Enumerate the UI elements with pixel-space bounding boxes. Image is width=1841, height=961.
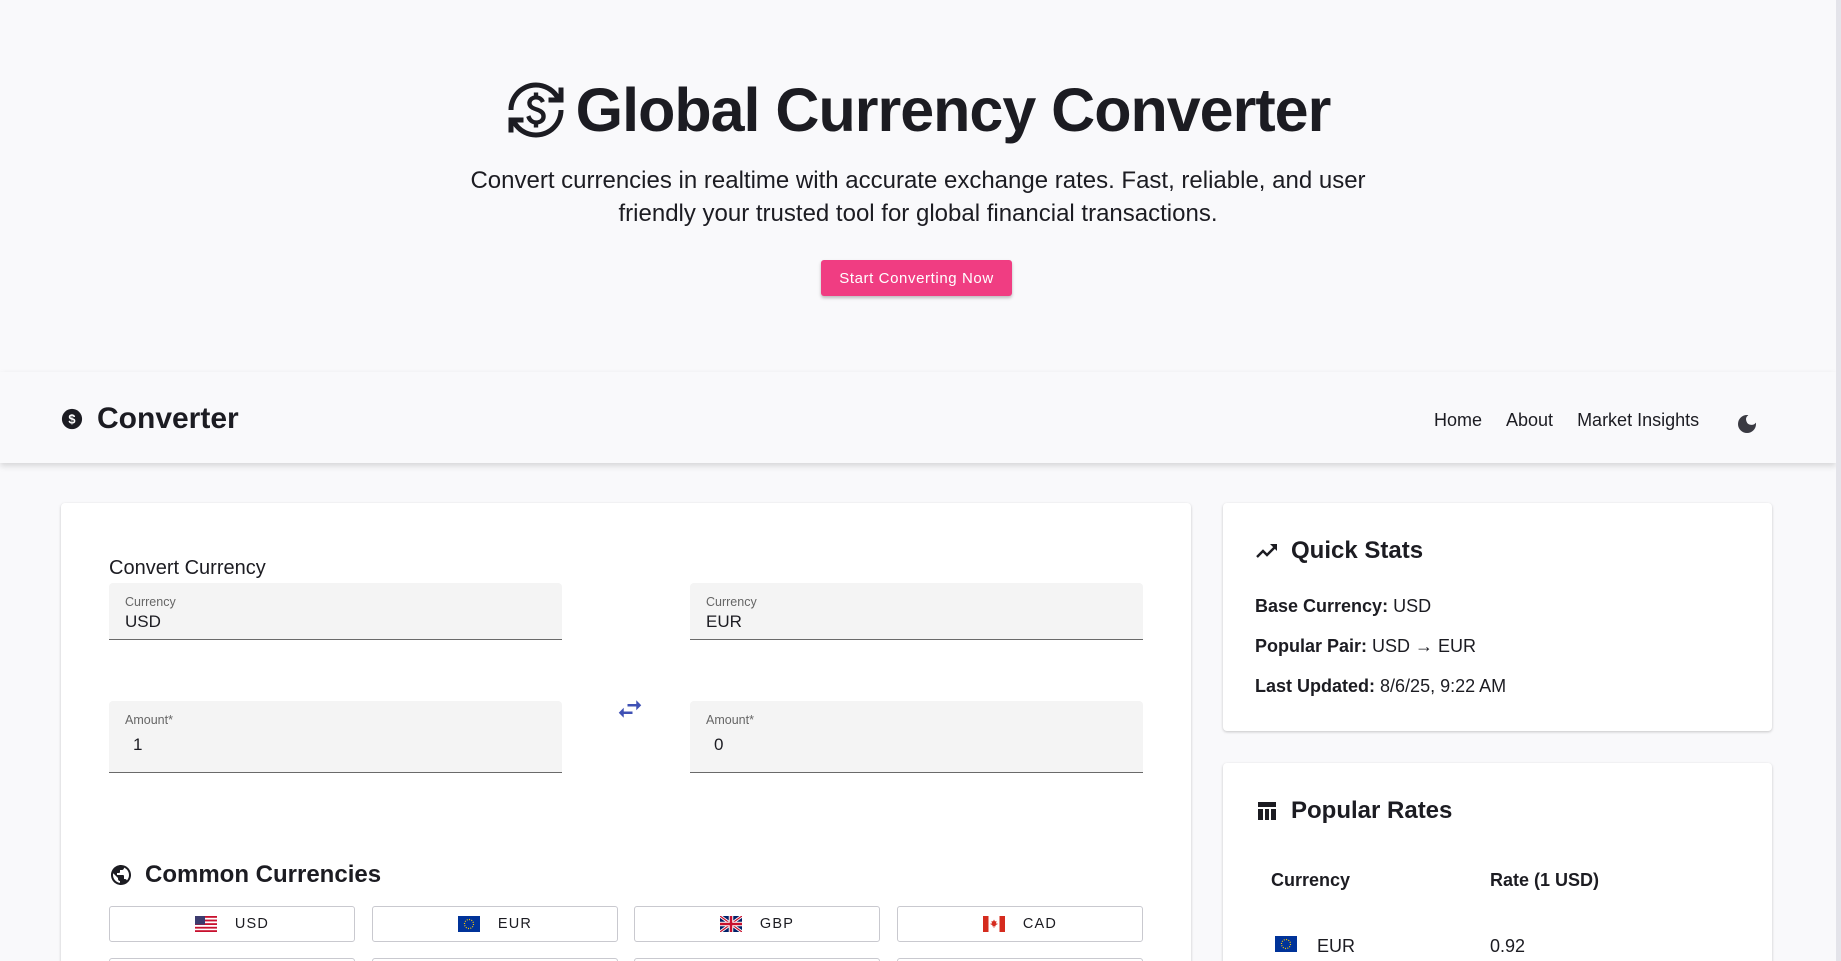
stat-pair-value: USD → EUR xyxy=(1372,636,1477,656)
quick-stats-heading: Quick Stats xyxy=(1255,537,1423,565)
hero-subtitle: Convert currencies in realtime with accu… xyxy=(418,164,1418,230)
from-currency-select[interactable]: Currency USD xyxy=(109,583,562,640)
moon-icon[interactable] xyxy=(1735,412,1759,436)
page: Global Currency Converter Convert curren… xyxy=(0,0,1836,961)
nav-links: Home About Market Insights xyxy=(1434,410,1723,431)
from-currency-label: Currency xyxy=(125,595,176,609)
from-amount-label: Amount* xyxy=(125,713,173,727)
rates-col-currency: Currency xyxy=(1271,870,1351,890)
brand[interactable]: $ Converter xyxy=(61,402,239,436)
quick-stats-card: Quick Stats Base Currency: USD Popular P… xyxy=(1223,503,1772,731)
popular-rates-card: Popular Rates Currency Rate (1 USD) EUR … xyxy=(1223,763,1772,961)
hero-title: Global Currency Converter xyxy=(575,76,1332,144)
converter-card: Convert Currency Currency USD Currency E… xyxy=(61,503,1191,961)
ca-flag-icon xyxy=(982,916,1005,932)
gb-flag-icon xyxy=(719,916,742,932)
popular-rates-title: Popular Rates xyxy=(1291,797,1453,824)
stat-pair-label: Popular Pair: xyxy=(1255,636,1368,656)
from-currency-value: USD xyxy=(125,612,161,631)
stat-updated-value: 8/6/25, 9:22 AM xyxy=(1380,676,1507,696)
stat-popular-pair: Popular Pair: USD → EUR xyxy=(1255,636,1476,657)
stat-base-currency: Base Currency: USD xyxy=(1255,596,1431,617)
navbar: $ Converter Home About Market Insights xyxy=(0,372,1836,463)
to-currency-select[interactable]: Currency EUR xyxy=(690,583,1143,640)
stat-base-value: USD xyxy=(1393,596,1432,616)
stat-updated-label: Last Updated: xyxy=(1255,676,1376,696)
chip-gbp[interactable]: GBP xyxy=(634,906,880,942)
rates-col-rate: Rate (1 USD) xyxy=(1490,870,1600,890)
to-amount-input[interactable]: Amount* 0 xyxy=(690,701,1143,773)
common-currencies-heading: Common Currencies xyxy=(109,861,381,889)
to-currency-label: Currency xyxy=(706,595,757,609)
nav-link-about[interactable]: About xyxy=(1506,410,1553,431)
chip-eur[interactable]: EUR xyxy=(372,906,618,942)
to-currency-value: EUR xyxy=(706,612,742,631)
hero-section: Global Currency Converter Convert curren… xyxy=(0,0,1836,370)
hero-title-row: Global Currency Converter xyxy=(0,74,1836,146)
eu-flag-icon xyxy=(1275,936,1297,952)
from-amount-input[interactable]: Amount* 1 xyxy=(109,701,562,773)
chip-usd-label: USD xyxy=(234,916,270,932)
common-currencies-title: Common Currencies xyxy=(145,861,382,888)
chip-usd[interactable]: USD xyxy=(109,906,355,942)
nav-link-home[interactable]: Home xyxy=(1434,410,1482,431)
nav-link-market-insights[interactable]: Market Insights xyxy=(1577,410,1699,431)
stat-base-label: Base Currency: xyxy=(1255,596,1389,616)
globe-icon xyxy=(111,865,131,885)
svg-text:$: $ xyxy=(68,412,75,427)
chip-eur-label: EUR xyxy=(497,916,533,932)
chip-cad[interactable]: CAD xyxy=(897,906,1143,942)
chip-cad-label: CAD xyxy=(1022,916,1058,932)
quick-stats-title: Quick Stats xyxy=(1291,537,1424,564)
to-amount-label: Amount* xyxy=(706,713,754,727)
stat-last-updated: Last Updated: 8/6/25, 9:22 AM xyxy=(1255,676,1506,697)
brand-name: Converter xyxy=(97,402,239,435)
to-amount-value: 0 xyxy=(714,735,724,754)
popular-rates-heading: Popular Rates xyxy=(1255,797,1452,825)
rates-row-rate: 0.92 xyxy=(1490,936,1526,956)
chip-gbp-label: GBP xyxy=(759,916,795,932)
eu-flag-icon xyxy=(457,916,480,932)
hero-subtitle-line2: friendly your trusted tool for global fi… xyxy=(618,200,1218,227)
trending-up-icon xyxy=(1256,544,1277,558)
start-converting-button[interactable]: Start Converting Now xyxy=(821,260,1012,296)
currency-exchange-icon xyxy=(508,82,564,138)
table-icon xyxy=(1258,802,1276,820)
us-flag-icon xyxy=(194,916,217,932)
convert-currency-heading: Convert Currency xyxy=(109,557,266,579)
hero-subtitle-line1: Convert currencies in realtime with accu… xyxy=(470,167,1366,194)
from-amount-value: 1 xyxy=(133,735,143,754)
swap-icon[interactable] xyxy=(615,694,645,724)
rates-row-currency: EUR xyxy=(1317,936,1356,956)
page-scrollbar[interactable] xyxy=(1836,0,1841,961)
dollar-circle-icon: $ xyxy=(61,408,83,430)
